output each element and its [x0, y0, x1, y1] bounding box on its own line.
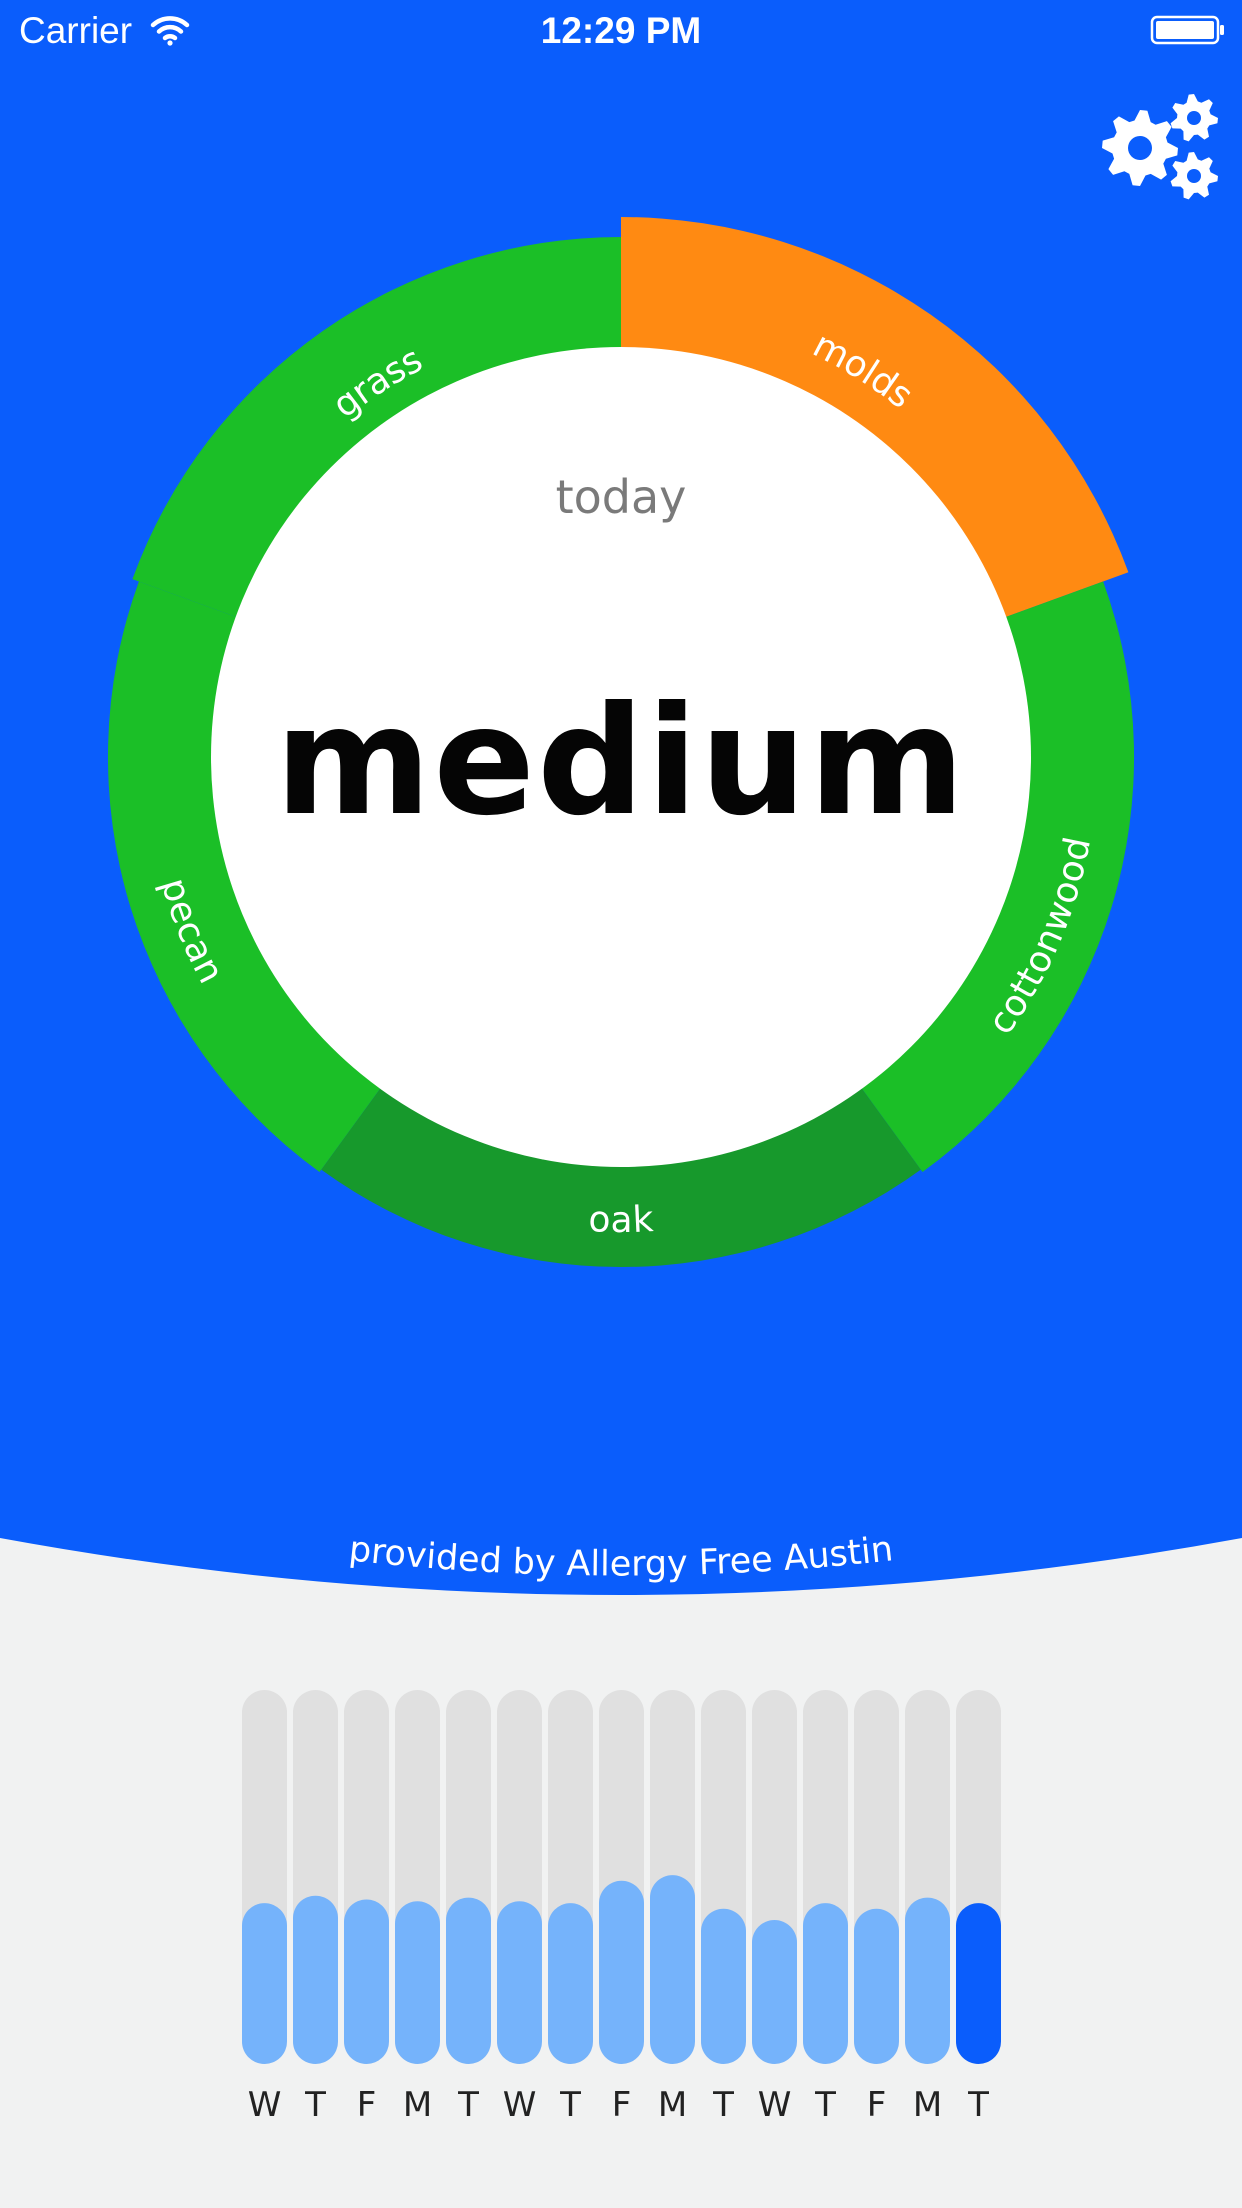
history-bar-fill — [854, 1908, 899, 2064]
history-day-label: M — [403, 2085, 432, 2125]
history-bar-fill — [344, 1899, 389, 2064]
history-bar[interactable] — [905, 1690, 950, 2064]
history-bar-fill-today — [956, 1903, 1001, 2064]
history-day-label: F — [612, 2085, 632, 2125]
history-day-label: F — [867, 2085, 887, 2125]
history-bar[interactable] — [446, 1690, 491, 2064]
history-day-label: T — [814, 2085, 836, 2125]
history-bar[interactable] — [548, 1690, 593, 2064]
history-bar[interactable] — [293, 1690, 338, 2064]
history-bar-fill — [242, 1903, 287, 2064]
history-bar-fill — [701, 1908, 746, 2064]
history-bar[interactable] — [242, 1690, 287, 2064]
allergy-forecast-screen: Carrier 12:29 PM grass molds cottonwood oak… — [0, 0, 1242, 2208]
history-bar[interactable] — [956, 1690, 1001, 2064]
history-day-label: T — [304, 2085, 326, 2125]
history-bar-fill — [803, 1903, 848, 2064]
history-bar-fill — [395, 1901, 440, 2064]
history-bar-fill — [548, 1903, 593, 2064]
history-day-label: T — [559, 2085, 581, 2125]
history-bar-fill — [293, 1895, 338, 2064]
history-bar-fill — [650, 1875, 695, 2064]
history-bar[interactable] — [854, 1690, 899, 2064]
history-bar[interactable] — [497, 1690, 542, 2064]
history-bar-fill — [752, 1920, 797, 2064]
history-day-label: M — [658, 2085, 687, 2125]
history-chart: WTFMTWTFMTWTFMT — [242, 1690, 1001, 2125]
history-day-label: T — [457, 2085, 479, 2125]
history-day-label: T — [712, 2085, 734, 2125]
history-bar[interactable] — [344, 1690, 389, 2064]
history-bar[interactable] — [395, 1690, 440, 2064]
history-bar[interactable] — [803, 1690, 848, 2064]
history-bar[interactable] — [599, 1690, 644, 2064]
history-bar-fill — [599, 1880, 644, 2064]
history-day-label: W — [503, 2085, 537, 2125]
history-day-label: W — [248, 2085, 282, 2125]
history-day-label: W — [758, 2085, 792, 2125]
history-bar-fill — [905, 1897, 950, 2064]
history-day-label: T — [967, 2085, 989, 2125]
history-bar-fill — [446, 1897, 491, 2064]
history-day-label: F — [357, 2085, 377, 2125]
history-day-label: M — [913, 2085, 942, 2125]
history-bar[interactable] — [752, 1690, 797, 2064]
history-bar[interactable] — [650, 1690, 695, 2064]
history-bar[interactable] — [701, 1690, 746, 2064]
history-bar-fill — [497, 1901, 542, 2064]
